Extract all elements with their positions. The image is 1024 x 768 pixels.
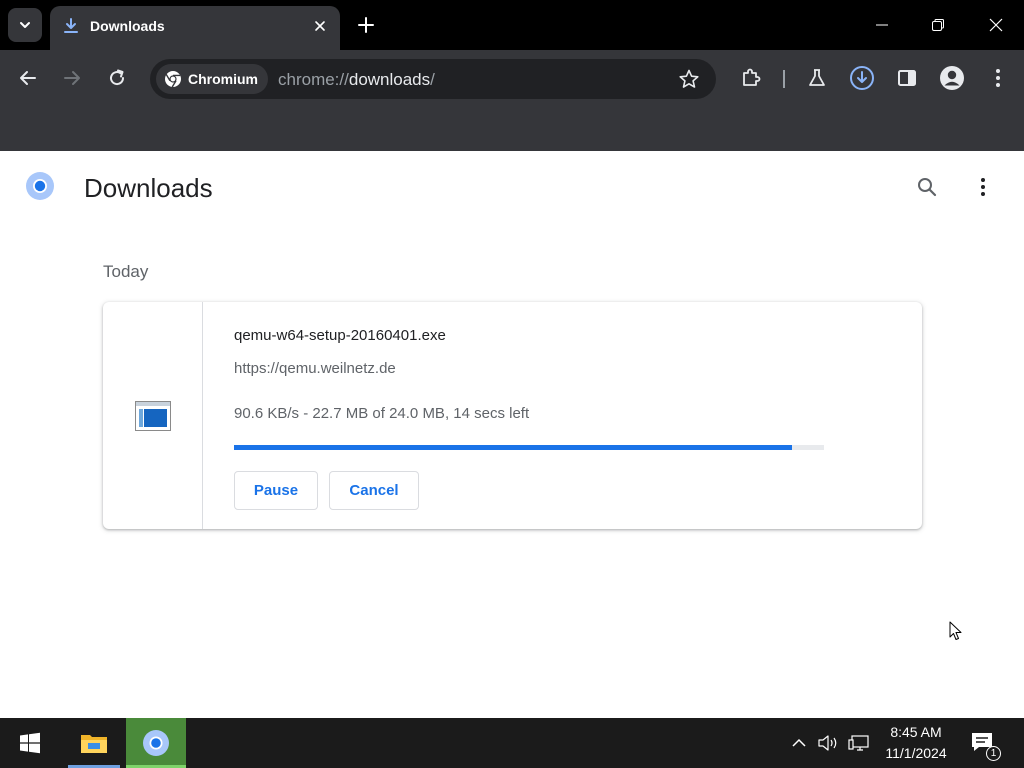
chromium-icon xyxy=(143,730,169,756)
close-icon xyxy=(989,18,1003,32)
download-source-url[interactable]: https://qemu.weilnetz.de xyxy=(234,360,396,377)
back-button[interactable] xyxy=(14,64,42,92)
bookmark-bar xyxy=(0,108,1024,151)
arrow-right-icon xyxy=(64,71,80,85)
minimize-button[interactable] xyxy=(866,10,898,40)
restore-button[interactable] xyxy=(922,10,954,40)
more-vert-icon xyxy=(996,69,1000,87)
browser-menu-button[interactable] xyxy=(984,64,1012,92)
browser-window: Downloads Chromium chrome://downloads/ xyxy=(0,0,1024,151)
tab-close-button[interactable] xyxy=(310,16,330,36)
page-title: Downloads xyxy=(84,173,213,203)
start-button[interactable] xyxy=(0,718,60,768)
url-host: downloads xyxy=(348,70,431,89)
file-icon-column xyxy=(103,302,203,529)
taskbar-file-explorer[interactable] xyxy=(68,718,120,768)
download-icon xyxy=(64,18,78,33)
file-type-icon xyxy=(135,401,171,431)
clock-time: 8:45 AM xyxy=(890,724,942,740)
bookmark-star-icon[interactable] xyxy=(678,68,700,90)
chromium-icon xyxy=(165,71,181,88)
download-status: 90.6 KB/s - 22.7 MB of 24.0 MB, 14 secs … xyxy=(234,405,530,422)
mouse-cursor-icon xyxy=(949,621,962,640)
pause-button[interactable]: Pause xyxy=(234,471,318,510)
speaker-icon xyxy=(818,735,837,751)
windows-logo-icon xyxy=(20,732,40,754)
labs-button[interactable] xyxy=(803,64,831,92)
clock-date: 11/1/2024 xyxy=(885,745,947,761)
download-progress-icon xyxy=(850,66,874,90)
network-icon xyxy=(848,735,869,751)
chevron-down-icon xyxy=(20,22,30,28)
chevron-up-icon xyxy=(792,738,806,747)
toolbar: Chromium chrome://downloads/ xyxy=(0,50,1024,108)
taskbar-clock[interactable]: 8:45 AM 11/1/2024 xyxy=(878,722,954,764)
tab-downloads[interactable]: Downloads xyxy=(50,6,340,50)
close-window-button[interactable] xyxy=(980,10,1012,40)
date-heading: Today xyxy=(103,262,149,281)
notification-count-badge: 1 xyxy=(986,746,1001,761)
chromium-logo-icon xyxy=(26,172,54,200)
reload-button[interactable] xyxy=(103,64,131,92)
omnibox[interactable]: Chromium chrome://downloads/ xyxy=(150,59,716,99)
show-hidden-icons-button[interactable] xyxy=(787,731,811,755)
toolbar-separator xyxy=(783,70,785,88)
side-panel-button[interactable] xyxy=(893,64,921,92)
folder-icon xyxy=(81,735,107,753)
volume-button[interactable] xyxy=(816,731,840,755)
avatar-icon xyxy=(940,66,964,90)
cancel-button[interactable]: Cancel xyxy=(329,471,419,510)
taskbar-chromium[interactable] xyxy=(126,718,186,768)
arrow-left-icon xyxy=(20,71,36,85)
profile-button[interactable] xyxy=(938,64,966,92)
puzzle-icon xyxy=(743,68,761,86)
download-progress-fill xyxy=(234,445,793,450)
close-icon xyxy=(315,21,325,31)
notification-center-button[interactable]: 1 xyxy=(970,730,1001,761)
new-tab-button[interactable] xyxy=(354,13,378,37)
url-path: / xyxy=(430,70,435,89)
forward-button[interactable] xyxy=(58,64,86,92)
downloads-page: Downloads Today qemu-w64-setup-20160401.… xyxy=(0,151,1024,718)
tab-strip: Downloads xyxy=(0,0,1024,50)
reload-icon xyxy=(110,69,125,86)
flask-icon xyxy=(809,69,825,86)
tab-title: Downloads xyxy=(90,18,165,34)
plus-icon xyxy=(358,17,374,33)
site-chip-label: Chromium xyxy=(188,71,258,87)
minimize-icon xyxy=(876,24,888,26)
downloads-button[interactable] xyxy=(848,64,876,92)
url-text[interactable]: chrome://downloads/ xyxy=(278,70,435,90)
download-filename[interactable]: qemu-w64-setup-20160401.exe xyxy=(234,327,446,344)
more-vert-icon[interactable] xyxy=(971,175,995,199)
tab-search-button[interactable] xyxy=(8,8,42,42)
restore-icon xyxy=(932,19,944,31)
url-scheme: chrome:// xyxy=(278,70,349,89)
search-icon[interactable] xyxy=(915,175,939,199)
network-button[interactable] xyxy=(847,731,871,755)
download-item-card: qemu-w64-setup-20160401.exe https://qemu… xyxy=(103,302,922,529)
side-panel-icon xyxy=(898,70,916,86)
download-progress-bar xyxy=(234,445,824,450)
taskbar: 8:45 AM 11/1/2024 1 xyxy=(0,718,1024,768)
site-info-chip[interactable]: Chromium xyxy=(156,64,268,94)
extensions-button[interactable] xyxy=(737,64,765,92)
